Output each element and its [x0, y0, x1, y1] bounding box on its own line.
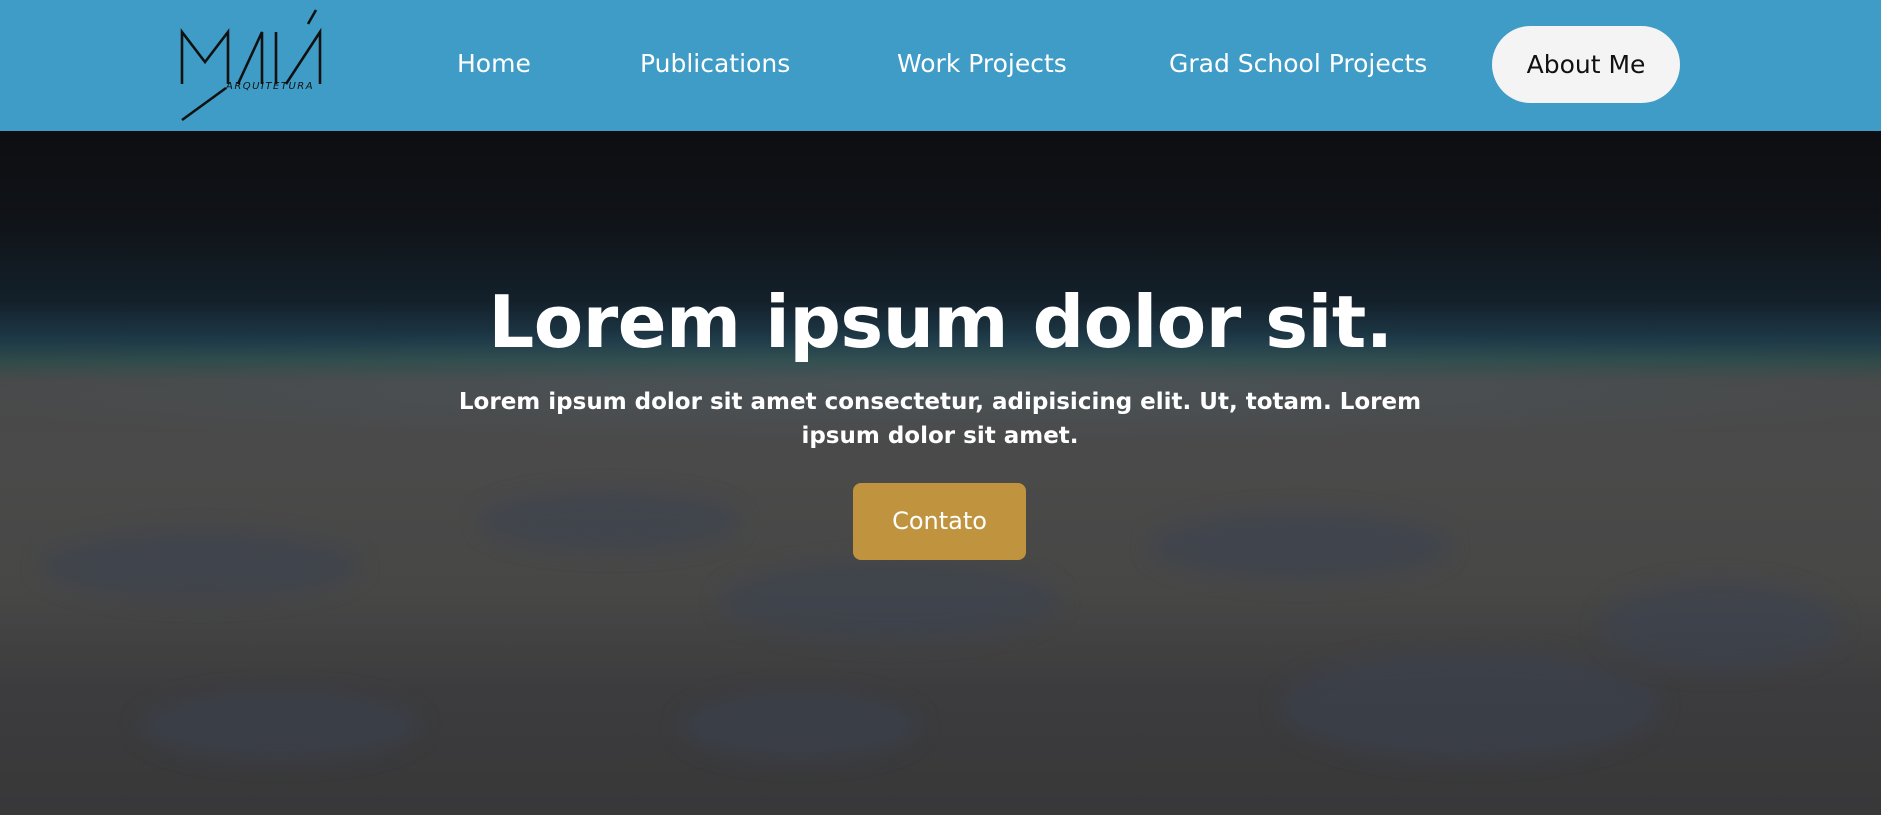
cloud-shape — [680, 691, 920, 761]
nav-about-me-button[interactable]: About Me — [1492, 26, 1680, 103]
brand-logo[interactable]: ARQUITETURA — [180, 8, 334, 122]
cloud-shape — [1280, 651, 1660, 761]
nav-grad-school-projects[interactable]: Grad School Projects — [1169, 49, 1427, 79]
hero-section: Lorem ipsum dolor sit. Lorem ipsum dolor… — [0, 131, 1881, 815]
cloud-shape — [1600, 581, 1840, 671]
nav-work-projects[interactable]: Work Projects — [897, 49, 1067, 79]
nav-publications[interactable]: Publications — [640, 49, 790, 79]
cloud-shape — [480, 491, 740, 551]
contato-button[interactable]: Contato — [853, 483, 1026, 560]
hero-subtitle: Lorem ipsum dolor sit amet consectetur, … — [458, 389, 1422, 449]
hero-title: Lorem ipsum dolor sit. — [488, 280, 1393, 364]
cloud-shape — [1150, 511, 1450, 581]
navbar: ARQUITETURA Home Publications Work Proje… — [0, 0, 1881, 131]
logo-mark-icon — [180, 9, 322, 122]
nav-home[interactable]: Home — [457, 49, 531, 79]
cloud-shape — [40, 531, 360, 601]
cloud-shape — [140, 691, 420, 761]
cloud-shape — [720, 561, 1060, 641]
logo-subtitle: ARQUITETURA — [226, 81, 315, 92]
